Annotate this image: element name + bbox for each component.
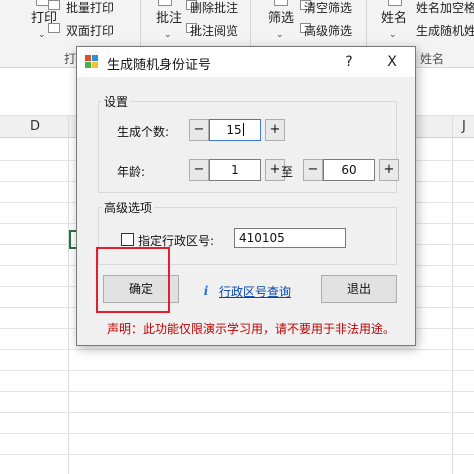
name-dropdown-icon[interactable]: ⌄ bbox=[389, 30, 397, 40]
row-gridline bbox=[0, 454, 474, 455]
disclaimer-text: 声明：此功能仅限演示学习用，请不要用于非法用途。 bbox=[107, 322, 396, 336]
age-label: 年龄: bbox=[117, 165, 146, 179]
age-max-increment-button[interactable]: + bbox=[379, 159, 399, 181]
highlight-box bbox=[96, 247, 170, 313]
count-value: 15 bbox=[226, 123, 242, 137]
age-min-decrement-button[interactable]: − bbox=[189, 159, 209, 181]
region-code-query-link[interactable]: 行政区号查询 bbox=[219, 283, 291, 300]
count-decrement-button[interactable]: − bbox=[189, 119, 209, 141]
batch-print-icon bbox=[48, 0, 60, 10]
count-label: 生成个数: bbox=[117, 125, 170, 139]
help-button[interactable]: ? bbox=[339, 52, 359, 72]
duplex-print-icon bbox=[48, 23, 60, 33]
generate-random-name-button[interactable]: 生成随机姓 bbox=[416, 24, 474, 38]
row-gridline bbox=[0, 349, 474, 350]
info-icon: i bbox=[203, 284, 209, 298]
filter-icon bbox=[274, 0, 288, 6]
review-annotation-button[interactable]: 批注阅览 bbox=[190, 24, 238, 38]
annotate-dropdown-icon[interactable]: ⌄ bbox=[164, 30, 172, 40]
text-cursor bbox=[242, 123, 244, 136]
settings-group-label: 设置 bbox=[102, 93, 131, 110]
region-code-input[interactable]: 410105 bbox=[234, 228, 346, 248]
name-group-label: 姓名 bbox=[420, 52, 445, 66]
column-header-j[interactable]: J bbox=[462, 119, 466, 134]
row-gridline bbox=[0, 412, 474, 413]
age-min-input[interactable]: 1 bbox=[209, 159, 261, 181]
age-range-to-label: 至 bbox=[281, 165, 294, 179]
batch-print-button[interactable]: 批量打印 bbox=[66, 1, 114, 15]
close-button[interactable]: X bbox=[382, 52, 402, 72]
column-gridline bbox=[68, 116, 69, 474]
annotate-icon bbox=[158, 0, 172, 6]
delete-annotation-button[interactable]: 删除批注 bbox=[190, 1, 238, 15]
row-gridline bbox=[0, 391, 474, 392]
name-button[interactable]: 姓名 bbox=[381, 12, 407, 26]
app-icon bbox=[85, 55, 99, 69]
age-max-input[interactable]: 60 bbox=[323, 159, 375, 181]
advanced-filter-button[interactable]: 高级筛选 bbox=[304, 24, 352, 38]
annotate-button[interactable]: 批注 bbox=[156, 12, 182, 26]
name-icon bbox=[388, 0, 402, 6]
dialog-titlebar[interactable]: 生成随机身份证号 ? X bbox=[77, 47, 415, 77]
duplex-print-button[interactable]: 双面打印 bbox=[66, 24, 114, 38]
row-gridline bbox=[0, 433, 474, 434]
filter-button[interactable]: 筛选 bbox=[268, 12, 294, 26]
exit-button[interactable]: 退出 bbox=[321, 275, 397, 303]
filter-dropdown-icon[interactable]: ⌄ bbox=[276, 30, 284, 40]
clear-filter-button[interactable]: 清空筛选 bbox=[304, 1, 352, 15]
age-max-decrement-button[interactable]: − bbox=[303, 159, 323, 181]
count-input[interactable]: 15 bbox=[209, 119, 261, 141]
print-group-label: 打 bbox=[64, 52, 77, 66]
dialog-title: 生成随机身份证号 bbox=[107, 58, 212, 73]
count-increment-button[interactable]: + bbox=[265, 119, 285, 141]
column-gridline bbox=[452, 116, 453, 474]
region-checkbox[interactable] bbox=[121, 233, 134, 246]
print-dropdown-icon[interactable]: ⌄ bbox=[38, 30, 46, 40]
name-add-space-button[interactable]: 姓名加空格 bbox=[416, 1, 474, 15]
column-header-d[interactable]: D bbox=[30, 119, 40, 134]
advanced-group-label: 高级选项 bbox=[102, 199, 155, 216]
row-gridline bbox=[0, 370, 474, 371]
